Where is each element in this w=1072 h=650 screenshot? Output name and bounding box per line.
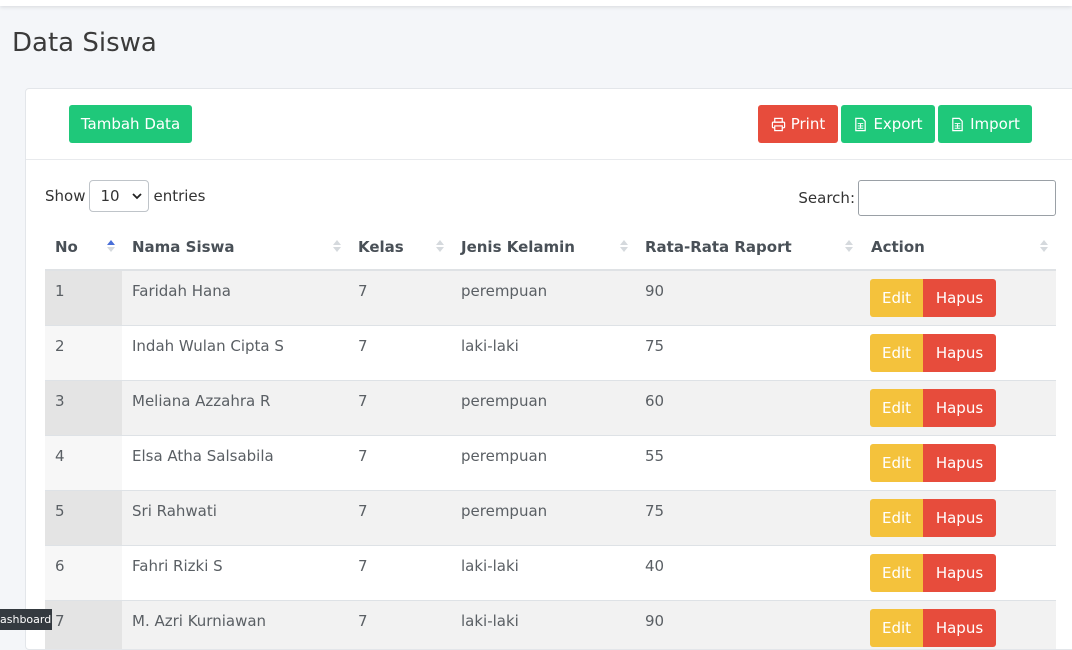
cell-nama: Sri Rahwati <box>132 502 217 520</box>
cell-jenis-kelamin: perempuan <box>461 392 548 410</box>
table-row: 3 Meliana Azzahra R 7 perempuan 60 Edit … <box>45 381 1056 436</box>
cell-no: 6 <box>55 557 65 575</box>
cell-kelas: 7 <box>358 612 368 630</box>
edit-button[interactable]: Edit <box>870 499 923 537</box>
cell-rata-rata: 90 <box>645 282 665 300</box>
table-header: No Nama Siswa Kelas Jenis Kelamin Rata-R… <box>45 224 1056 271</box>
data-card: Tambah Data Print Export Import Show 10 … <box>25 88 1072 650</box>
cell-jenis-kelamin: laki-laki <box>461 612 519 630</box>
delete-button[interactable]: Hapus <box>923 334 996 372</box>
table-controls: Show 10 entries Search: <box>26 160 1072 224</box>
cell-no: 7 <box>55 612 65 630</box>
cell-rata-rata: 75 <box>645 337 665 355</box>
cell-no: 3 <box>55 392 65 410</box>
cell-nama: Meliana Azzahra R <box>132 392 271 410</box>
entries-label: entries <box>153 187 206 205</box>
table-row: 2 Indah Wulan Cipta S 7 laki-laki 75 Edi… <box>45 326 1056 381</box>
column-header-jenis-kelamin[interactable]: Jenis Kelamin <box>461 224 575 269</box>
sort-icon <box>1040 240 1048 252</box>
show-label: Show <box>45 187 86 205</box>
cell-no: 1 <box>55 282 65 300</box>
sort-icon <box>845 240 853 252</box>
table-row: 6 Fahri Rizki S 7 laki-laki 40 Edit Hapu… <box>45 546 1056 601</box>
spreadsheet-icon <box>952 117 963 131</box>
cell-rata-rata: 55 <box>645 447 665 465</box>
cell-nama: Elsa Atha Salsabila <box>132 447 274 465</box>
entries-select-value: 10 <box>100 187 120 205</box>
search-filter: Search: <box>798 180 1056 216</box>
search-input[interactable] <box>858 180 1056 216</box>
chevron-down-icon <box>132 193 143 200</box>
cell-jenis-kelamin: laki-laki <box>461 337 519 355</box>
cell-rata-rata: 90 <box>645 612 665 630</box>
cell-no: 4 <box>55 447 65 465</box>
sort-icon <box>436 240 444 252</box>
page-title: Data Siswa <box>12 28 157 58</box>
cell-kelas: 7 <box>358 392 368 410</box>
cell-rata-rata: 40 <box>645 557 665 575</box>
add-data-label: Tambah Data <box>80 115 181 133</box>
delete-button[interactable]: Hapus <box>923 279 996 317</box>
table-row: 1 Faridah Hana 7 perempuan 90 Edit Hapus <box>45 271 1056 326</box>
cell-kelas: 7 <box>358 502 368 520</box>
delete-button[interactable]: Hapus <box>923 444 996 482</box>
cell-kelas: 7 <box>358 447 368 465</box>
edit-button[interactable]: Edit <box>870 279 923 317</box>
cell-no: 5 <box>55 502 65 520</box>
column-header-nama[interactable]: Nama Siswa <box>132 224 235 269</box>
cell-kelas: 7 <box>358 337 368 355</box>
table-row: 7 M. Azri Kurniawan 7 laki-laki 90 Edit … <box>45 601 1056 649</box>
cell-rata-rata: 75 <box>645 502 665 520</box>
import-label: Import <box>970 115 1020 133</box>
cell-jenis-kelamin: perempuan <box>461 502 548 520</box>
sort-icon <box>333 240 341 252</box>
column-header-action[interactable]: Action <box>871 224 925 269</box>
cell-nama: Fahri Rizki S <box>132 557 223 575</box>
print-button[interactable]: Print <box>758 105 838 143</box>
sort-asc-icon <box>107 240 115 252</box>
export-label: Export <box>873 115 923 133</box>
delete-button[interactable]: Hapus <box>923 499 996 537</box>
delete-button[interactable]: Hapus <box>923 389 996 427</box>
cell-jenis-kelamin: perempuan <box>461 447 548 465</box>
students-table: No Nama Siswa Kelas Jenis Kelamin Rata-R… <box>45 224 1056 649</box>
dashboard-tag[interactable]: ashboard <box>0 609 52 630</box>
cell-jenis-kelamin: laki-laki <box>461 557 519 575</box>
table-row: 4 Elsa Atha Salsabila 7 perempuan 55 Edi… <box>45 436 1056 491</box>
print-label: Print <box>790 115 826 133</box>
cell-nama: Indah Wulan Cipta S <box>132 337 284 355</box>
cell-jenis-kelamin: perempuan <box>461 282 548 300</box>
cell-kelas: 7 <box>358 557 368 575</box>
edit-button[interactable]: Edit <box>870 389 923 427</box>
delete-button[interactable]: Hapus <box>923 609 996 647</box>
spreadsheet-icon <box>855 117 867 131</box>
add-data-button[interactable]: Tambah Data <box>69 105 192 143</box>
delete-button[interactable]: Hapus <box>923 554 996 592</box>
edit-button[interactable]: Edit <box>870 444 923 482</box>
table-row: 5 Sri Rahwati 7 perempuan 75 Edit Hapus <box>45 491 1056 546</box>
cell-rata-rata: 60 <box>645 392 665 410</box>
edit-button[interactable]: Edit <box>870 554 923 592</box>
column-header-rata-rata[interactable]: Rata-Rata Raport <box>645 224 792 269</box>
edit-button[interactable]: Edit <box>870 609 923 647</box>
entries-select[interactable]: 10 <box>89 180 150 212</box>
cell-kelas: 7 <box>358 282 368 300</box>
sort-icon <box>620 240 628 252</box>
top-navbar <box>0 0 1072 6</box>
export-button[interactable]: Export <box>841 105 935 143</box>
card-header: Tambah Data Print Export Import <box>26 89 1072 160</box>
cell-no: 2 <box>55 337 65 355</box>
import-button[interactable]: Import <box>938 105 1032 143</box>
entries-length: Show 10 entries <box>45 180 205 212</box>
column-header-kelas[interactable]: Kelas <box>358 224 404 269</box>
search-label: Search: <box>798 189 855 207</box>
column-header-no[interactable]: No <box>55 224 78 269</box>
cell-nama: Faridah Hana <box>132 282 231 300</box>
edit-button[interactable]: Edit <box>870 334 923 372</box>
cell-nama: M. Azri Kurniawan <box>132 612 267 630</box>
printer-icon <box>771 117 785 131</box>
